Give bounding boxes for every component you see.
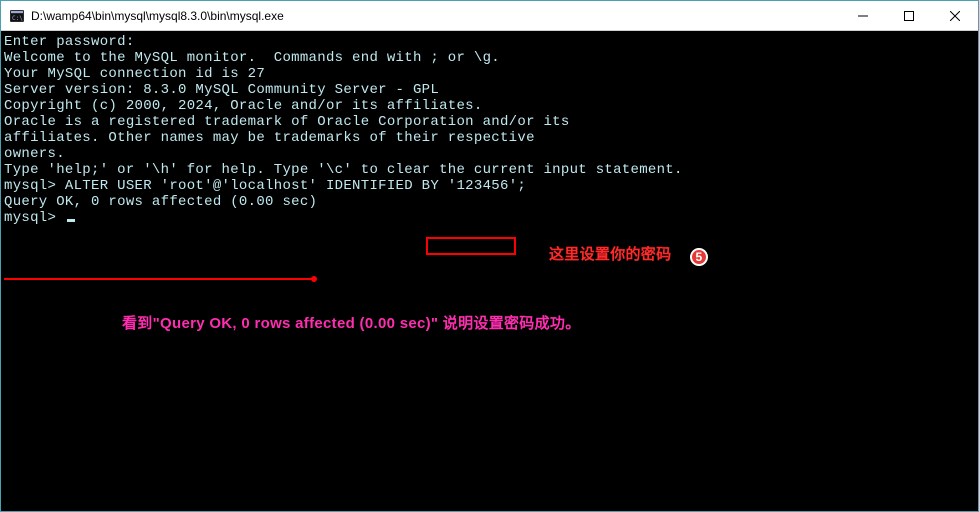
terminal-line: Copyright (c) 2000, 2024, Oracle and/or … [4, 98, 975, 114]
app-icon: C:\ [9, 8, 25, 24]
terminal-area[interactable]: Enter password: Welcome to the MySQL mon… [2, 32, 977, 510]
command-prefix: mysql> ALTER USER 'root'@'localhost' IDE… [4, 178, 448, 194]
annotation-set-password: 这里设置你的密码 [549, 247, 671, 263]
command-password: '123456'; [448, 178, 526, 194]
terminal-line: Welcome to the MySQL monitor. Commands e… [4, 50, 975, 66]
terminal-line: Server version: 8.3.0 MySQL Community Se… [4, 82, 975, 98]
terminal-prompt: mysql> [4, 210, 975, 226]
cursor-icon [67, 219, 75, 222]
terminal-command-line: mysql> ALTER USER 'root'@'localhost' IDE… [4, 178, 975, 194]
red-underline [4, 278, 314, 280]
maximize-button[interactable] [886, 1, 932, 30]
terminal-line: Enter password: [4, 34, 975, 50]
window-controls [840, 1, 978, 30]
svg-text:C:\: C:\ [12, 15, 23, 22]
terminal-line: Oracle is a registered trademark of Orac… [4, 114, 975, 130]
terminal-line: affiliates. Other names may be trademark… [4, 130, 975, 146]
password-highlight-box [426, 237, 516, 255]
titlebar[interactable]: C:\ D:\wamp64\bin\mysql\mysql8.3.0\bin\m… [1, 1, 978, 31]
window-title: D:\wamp64\bin\mysql\mysql8.3.0\bin\mysql… [31, 9, 840, 23]
step-badge: 5 [690, 248, 708, 266]
minimize-button[interactable] [840, 1, 886, 30]
terminal-line: Query OK, 0 rows affected (0.00 sec) [4, 194, 975, 210]
terminal-line: Type 'help;' or '\h' for help. Type '\c'… [4, 162, 975, 178]
terminal-line: Your MySQL connection id is 27 [4, 66, 975, 82]
annotation-success: 看到"Query OK, 0 rows affected (0.00 sec)"… [122, 316, 581, 332]
close-button[interactable] [932, 1, 978, 30]
terminal-line: owners. [4, 146, 975, 162]
prompt-text: mysql> [4, 210, 65, 226]
app-window: C:\ D:\wamp64\bin\mysql\mysql8.3.0\bin\m… [0, 0, 979, 512]
